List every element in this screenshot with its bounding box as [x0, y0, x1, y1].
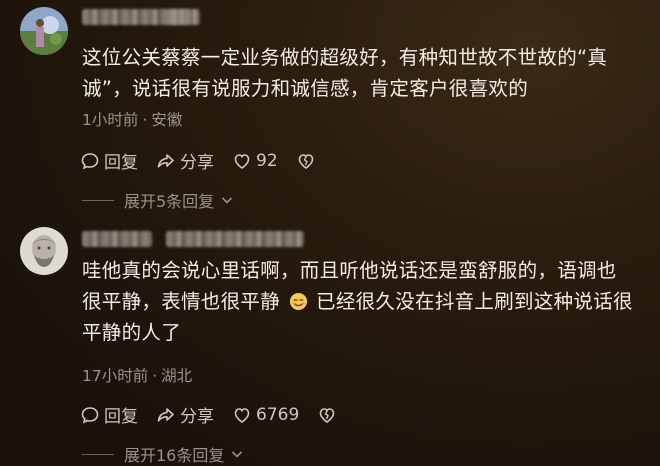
- reply-button[interactable]: 回复: [80, 148, 138, 173]
- reply-label: 回复: [104, 153, 138, 173]
- reply-label: 回复: [104, 407, 138, 427]
- expand-replies-button[interactable]: 展开16条回复: [82, 442, 244, 466]
- broken-heart-icon: [319, 407, 335, 423]
- comment-actions: 回复 分享 92: [80, 148, 338, 173]
- share-label: 分享: [180, 153, 214, 173]
- share-button[interactable]: 分享: [156, 402, 214, 427]
- timestamp: 1小时前: [82, 111, 139, 129]
- comment-meta: 17小时前 · 湖北: [82, 364, 192, 386]
- username-blurred-tail: [166, 231, 304, 247]
- like-button[interactable]: 6769: [232, 405, 299, 425]
- comment-text-line: 这位公关蔡蔡一定业务做的超级好，有种知世故不世故的“真: [82, 46, 608, 69]
- broken-heart-icon: [298, 153, 313, 169]
- comment-meta: 1小时前 · 安徽: [82, 108, 182, 130]
- comment-bubble-icon: [81, 406, 99, 423]
- expand-replies-button[interactable]: 展开5条回复: [82, 188, 234, 212]
- divider-line: [82, 453, 114, 455]
- like-count: 6769: [256, 404, 300, 425]
- like-count: 92: [256, 150, 278, 171]
- location: 湖北: [161, 367, 193, 385]
- comment-text-fragment: 已经很久没在抖音上刷到这种说话很: [316, 290, 633, 313]
- expand-replies-label: 展开5条回复: [124, 192, 215, 211]
- comment-text-line: 诚”，说话很有说服力和诚信感，肯定客户很喜欢的: [82, 77, 529, 100]
- divider-line: [82, 199, 114, 201]
- expand-replies-label: 展开16条回复: [124, 446, 225, 465]
- comment-text-fragment: 很平静，表情也很平静: [82, 290, 281, 313]
- comment-text: 哇他真的会说心里话啊，而且听他说话还是蛮舒服的，语调也 很平静，表情也很平静 已…: [82, 255, 640, 348]
- comment-actions: 回复 分享 6769: [80, 402, 359, 427]
- comment-text-line: 很平静，表情也很平静 已经很久没在抖音上刷到这种说话很: [82, 286, 640, 317]
- avatar[interactable]: [20, 7, 68, 55]
- heart-icon: [234, 153, 250, 169]
- comment-text-line: 哇他真的会说心里话啊，而且听他说话还是蛮舒服的，语调也: [82, 259, 617, 282]
- share-arrow-icon: [157, 153, 174, 168]
- username-blurred-tail: [168, 9, 190, 25]
- username-blurred[interactable]: [82, 231, 152, 247]
- chevron-down-icon: [222, 197, 233, 204]
- avatar[interactable]: [20, 227, 68, 275]
- smile-emoji-icon: [289, 292, 307, 311]
- location: 安徽: [151, 111, 183, 129]
- reply-button[interactable]: 回复: [80, 402, 138, 427]
- meta-separator: ·: [142, 111, 148, 129]
- comment-text-line: 平静的人了: [82, 321, 182, 344]
- like-button[interactable]: 92: [232, 151, 278, 171]
- timestamp: 17小时前: [82, 367, 149, 385]
- dislike-button[interactable]: [296, 151, 320, 171]
- dislike-button[interactable]: [317, 405, 341, 425]
- share-label: 分享: [180, 407, 214, 427]
- meta-separator: ·: [152, 367, 158, 385]
- share-button[interactable]: 分享: [156, 148, 214, 173]
- comment-bubble-icon: [81, 152, 99, 169]
- share-arrow-icon: [157, 407, 174, 422]
- comment-text: 这位公关蔡蔡一定业务做的超级好，有种知世故不世故的“真 诚”，说话很有说服力和诚…: [82, 42, 640, 104]
- chevron-down-icon: [232, 451, 243, 458]
- heart-icon: [234, 407, 250, 423]
